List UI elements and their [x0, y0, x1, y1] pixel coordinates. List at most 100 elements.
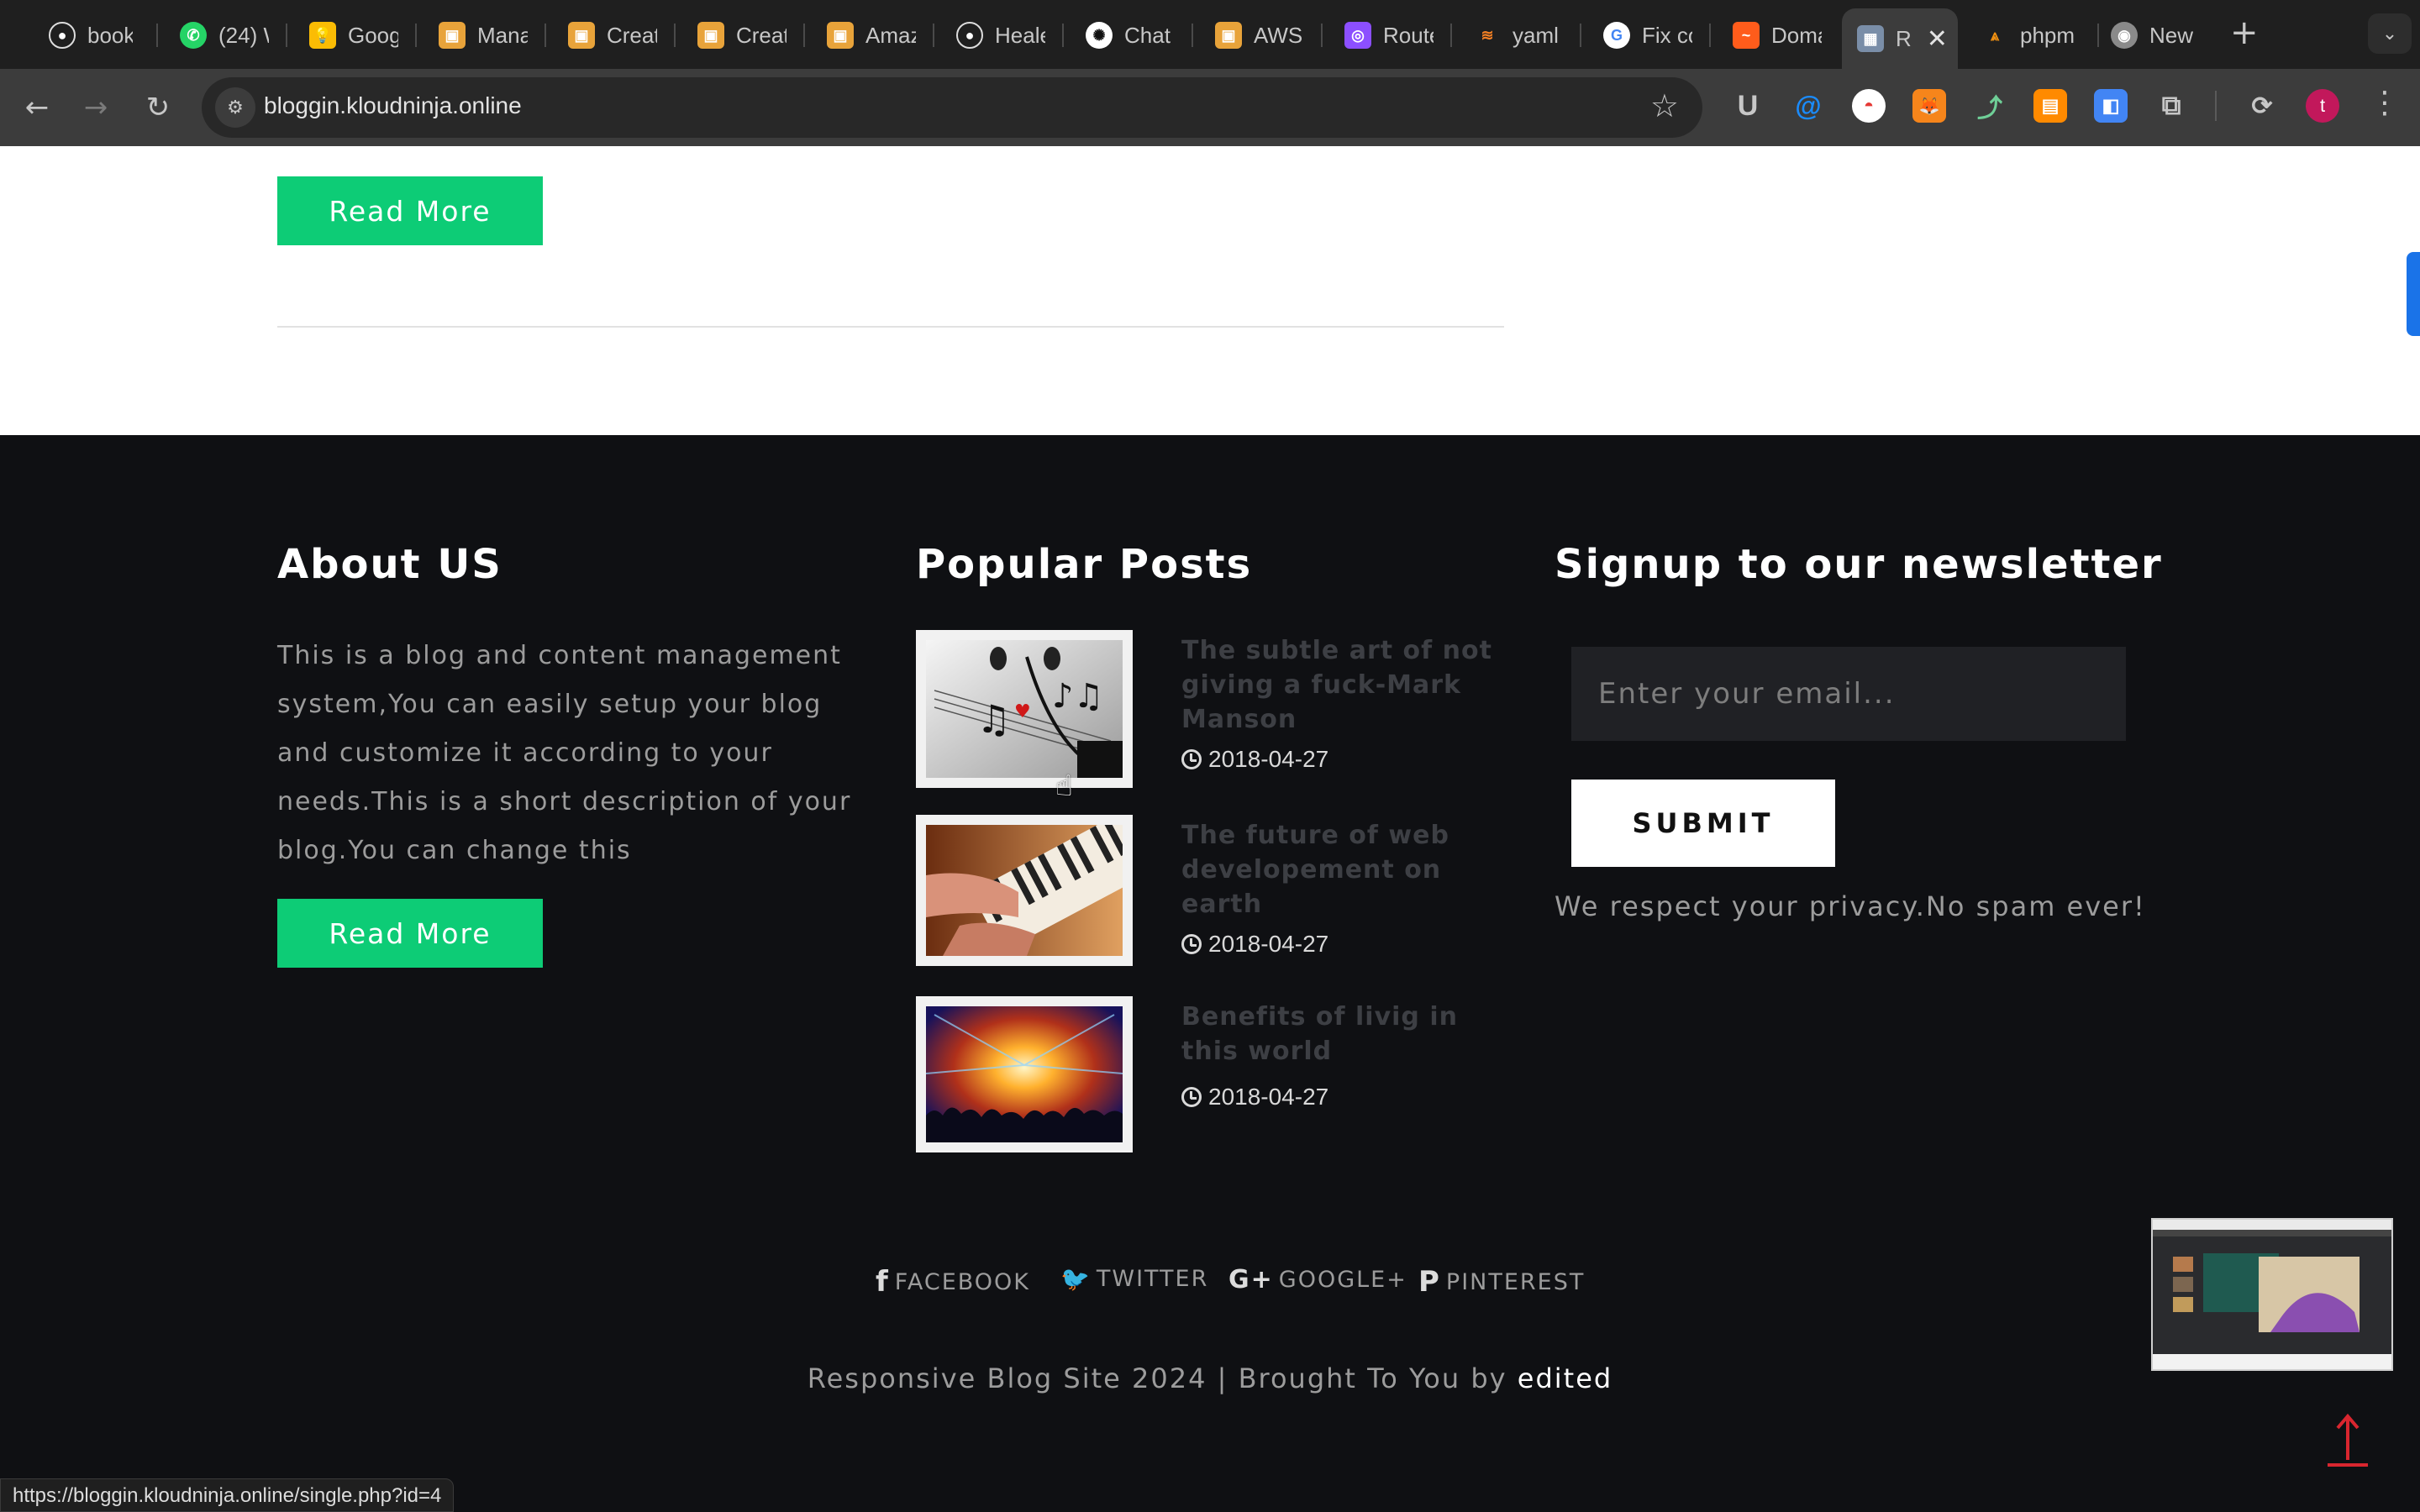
new-tab-button[interactable]: + [2230, 13, 2259, 52]
post-thumbnail-music[interactable]: ♫ ♪♫ ♥ [916, 630, 1133, 788]
tab-aws-manage[interactable]: ▣ Mana [424, 12, 528, 59]
tab-hostinger-domain[interactable]: ~ Doma [1718, 12, 1822, 59]
tab-github-health[interactable]: ● Heale [941, 12, 1045, 59]
clock-icon [1181, 1087, 1202, 1107]
post-thumbnail-piano[interactable] [916, 805, 1166, 966]
tab-route53[interactable]: ◎ Route [1329, 12, 1434, 59]
social-link-pinterest[interactable]: P PINTEREST [1418, 1265, 1585, 1299]
copyright-line: Responsive Blog Site 2024 | Brought To Y… [807, 1362, 1613, 1394]
tab-aws-create-2[interactable]: ▣ Creat [682, 12, 786, 59]
phpmyadmin-icon: ⩓ [1990, 26, 2000, 44]
tab-aws-amazon[interactable]: ▣ Amaz [812, 12, 916, 59]
newsletter-heading: Signup to our newsletter [1555, 541, 2163, 588]
side-panel-handle[interactable] [2407, 252, 2420, 336]
tab-aws[interactable]: ▣ AWS [1200, 12, 1304, 59]
post-date: 2018-04-27 [1181, 746, 1328, 773]
social-link-google-plus[interactable]: G+ GOOGLE+ [1228, 1265, 1407, 1294]
post-title-link[interactable]: Benefits of livig in this world [1181, 1000, 1509, 1068]
newsletter-email-input[interactable]: Enter your email... [1571, 647, 2126, 741]
forward-button[interactable]: → [76, 87, 116, 128]
svg-text:♥: ♥ [1014, 701, 1031, 722]
extension-u-icon[interactable]: U [1731, 89, 1765, 123]
tab-separator [803, 24, 805, 47]
close-tab-icon[interactable]: ✕ [1927, 24, 1948, 54]
profile-avatar[interactable]: t [2306, 89, 2339, 123]
toolbar-separator [2215, 91, 2217, 121]
tab-separator [933, 24, 934, 47]
github-icon: ● [956, 22, 983, 49]
tab-google-keep[interactable]: 💡 Goog [294, 12, 398, 59]
bookmark-star-icon[interactable]: ☆ [1650, 87, 1679, 124]
svg-text:♫: ♫ [976, 696, 1011, 742]
hand-cursor-icon: ☝ [1055, 769, 1073, 803]
scroll-to-top-icon[interactable] [2323, 1411, 2373, 1470]
tab-whatsapp[interactable]: ✆ (24) W [165, 12, 269, 59]
reload-icon: ↻ [145, 91, 171, 124]
social-link-facebook[interactable]: f FACEBOOK [876, 1265, 1030, 1299]
tab-new[interactable]: ◉ New [2096, 12, 2213, 59]
extension-pokeball-icon[interactable]: ◓ [1852, 89, 1886, 123]
tab-search-menu-button[interactable]: ⌄ [2368, 13, 2412, 54]
newsletter-submit-button[interactable]: SUBMIT [1571, 780, 1835, 867]
site-info-icon[interactable]: ⚙ [215, 87, 255, 128]
aws-box-icon: ▣ [1215, 22, 1242, 49]
browser-menu-icon[interactable]: ⋮ [2370, 86, 2400, 120]
copyright-brand-link[interactable]: edited [1518, 1362, 1612, 1394]
tab-stackoverflow-yaml[interactable]: ≋ yaml [1459, 12, 1563, 59]
article-divider [277, 326, 1504, 328]
chrome-icon: ◉ [2111, 22, 2138, 49]
performance-icon[interactable]: ⟳ [2245, 89, 2279, 123]
metamask-icon[interactable]: 🦊 [1912, 89, 1946, 123]
tab-google-fix[interactable]: G Fix co [1588, 12, 1692, 59]
clock-icon [1181, 749, 1202, 769]
aws-box-icon: ▣ [827, 22, 854, 49]
tab-separator [1580, 24, 1581, 47]
tab-separator [286, 24, 287, 47]
tab-aws-create-1[interactable]: ▣ Creat [553, 12, 657, 59]
aws-box-icon: ▣ [439, 22, 466, 49]
post-title-link[interactable]: The subtle art of not giving a fuck-Mark… [1181, 633, 1509, 737]
reload-button[interactable]: ↻ [138, 87, 178, 128]
post-thumbnail-concert[interactable] [916, 996, 1133, 1152]
svg-text:♪♫: ♪♫ [1052, 677, 1103, 716]
post-date: 2018-04-27 [1181, 1084, 1328, 1110]
address-bar[interactable]: ⚙ bloggin.kloudninja.online ☆ [202, 77, 1702, 138]
tab-chatgpt[interactable]: ✺ Chat [1071, 12, 1175, 59]
picture-in-picture-preview[interactable] [2151, 1218, 2393, 1371]
aws-box-icon: ▣ [697, 22, 724, 49]
link-status-bar: https://bloggin.kloudninja.online/single… [0, 1478, 455, 1512]
extensions-puzzle-icon[interactable]: ⧉ [2154, 89, 2188, 123]
extension-at-icon[interactable]: @ [1791, 89, 1825, 123]
tab-separator [156, 24, 158, 47]
arrow-left-icon: ← [24, 91, 50, 124]
extension-chart-icon[interactable]: ⤴ [1973, 89, 2007, 123]
stackoverflow-icon: ≋ [1481, 26, 1494, 44]
clock-icon [1181, 934, 1202, 954]
tab-phpmyadmin[interactable]: ⩓ phpm [1966, 12, 2082, 59]
google-keep-icon: 💡 [309, 22, 336, 49]
concert-image [925, 1006, 1123, 1142]
github-icon: ● [49, 22, 76, 49]
extension-blue-square-icon[interactable]: ◧ [2094, 89, 2128, 123]
article-read-more-button[interactable]: Read More [277, 176, 543, 245]
about-text: This is a blog and content management sy… [277, 641, 852, 865]
back-button[interactable]: ← [17, 87, 57, 128]
post-title-link[interactable]: The future of web developement on earth [1181, 818, 1509, 921]
newsletter-privacy-note: We respect your privacy.No spam ever! [1555, 890, 2146, 922]
facebook-icon: f [876, 1265, 890, 1299]
tab-active-blog[interactable]: ▦ R ✕ [1842, 8, 1958, 69]
tab-github-book[interactable]: ● book [34, 12, 133, 59]
chevron-down-icon: ⌄ [2381, 23, 2398, 45]
chatgpt-icon: ✺ [1086, 22, 1113, 49]
twitter-icon: 🐦 [1060, 1265, 1092, 1293]
extension-orange-icon[interactable]: ▤ [2033, 89, 2067, 123]
popular-posts-heading: Popular Posts [916, 541, 1253, 588]
social-link-twitter[interactable]: 🐦 TWITTER [1060, 1265, 1208, 1293]
browser-tab-strip: ● book ✆ (24) W 💡 Goog ▣ Mana ▣ Creat ▣ … [0, 0, 2420, 69]
address-bar-url[interactable]: bloggin.kloudninja.online [264, 92, 522, 119]
about-read-more-button[interactable]: Read More [277, 899, 543, 968]
whatsapp-icon: ✆ [180, 22, 207, 49]
site-footer: About US This is a blog and content mana… [0, 435, 2420, 1512]
piano-image [926, 805, 1166, 956]
tab-separator [1450, 24, 1452, 47]
